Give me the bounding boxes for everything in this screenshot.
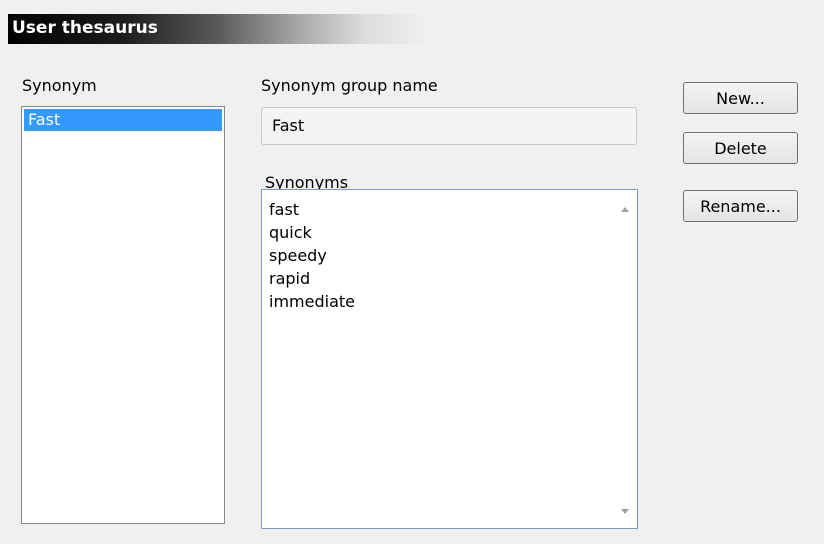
synonym-entry: quick bbox=[269, 223, 312, 242]
group-name-label: Synonym group name bbox=[261, 76, 438, 95]
new-button[interactable]: New... bbox=[683, 82, 798, 114]
synonym-list-item[interactable]: Fast bbox=[24, 109, 222, 131]
synonyms-textarea[interactable]: fast quick speedy rapid immediate bbox=[261, 189, 638, 529]
header-title: User thesaurus bbox=[12, 18, 158, 38]
synonym-entry: rapid bbox=[269, 269, 311, 288]
synonym-entry: speedy bbox=[269, 246, 327, 265]
delete-button[interactable]: Delete bbox=[683, 132, 798, 164]
scroll-up-arrow-icon[interactable] bbox=[621, 207, 629, 212]
scroll-down-arrow-icon[interactable] bbox=[621, 509, 629, 514]
synonym-listbox[interactable]: Fast bbox=[21, 106, 225, 524]
synonym-entry: fast bbox=[269, 200, 300, 219]
synonym-list-label: Synonym bbox=[22, 76, 97, 95]
rename-button[interactable]: Rename... bbox=[683, 190, 798, 222]
group-name-field: Fast bbox=[261, 107, 637, 145]
synonym-entry: immediate bbox=[269, 292, 355, 311]
thesaurus-header: User thesaurus bbox=[8, 14, 816, 44]
